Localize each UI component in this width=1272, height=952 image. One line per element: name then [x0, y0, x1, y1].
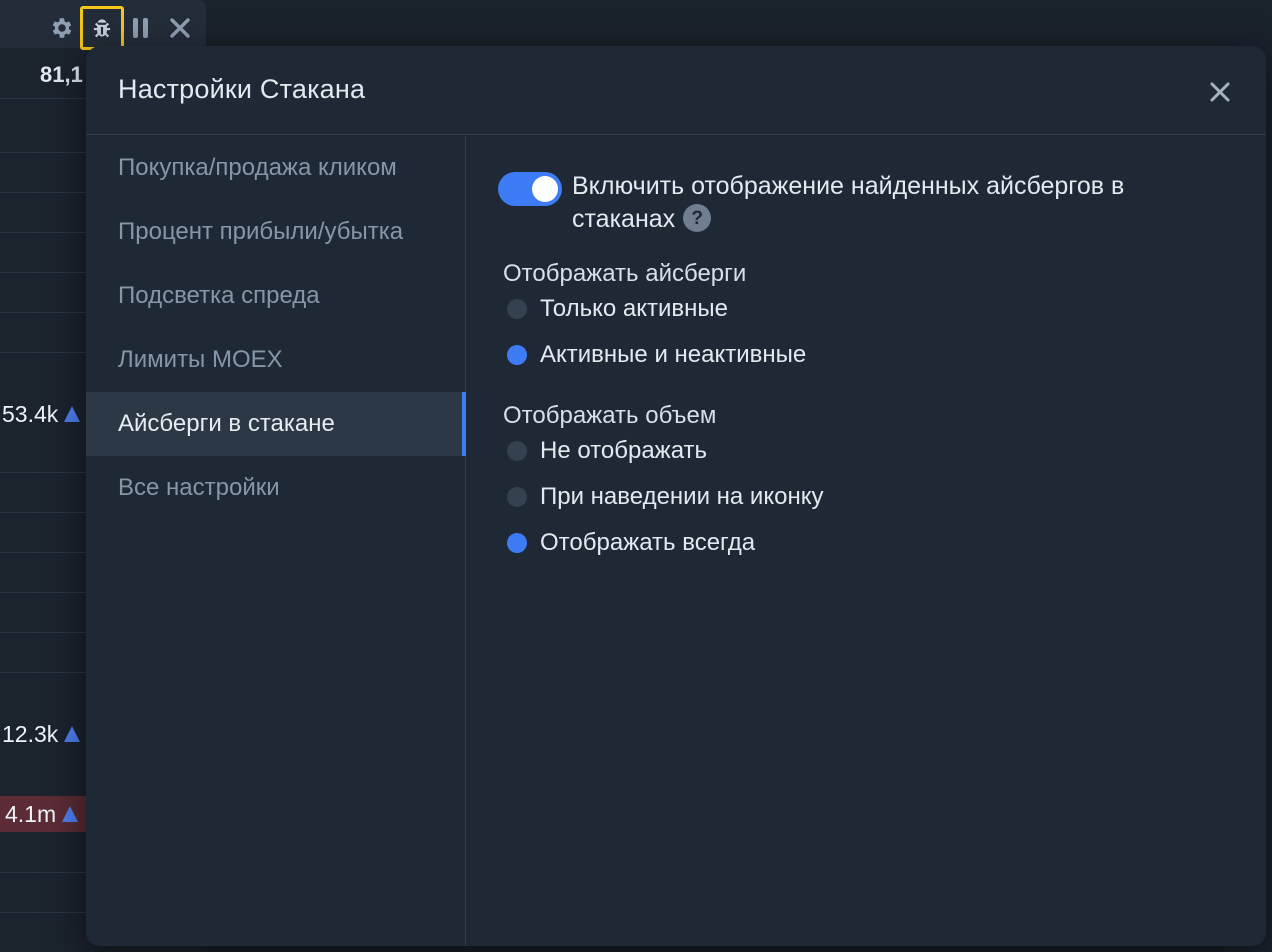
radio-label: Отображать всегда [540, 529, 756, 556]
show-volume-title: Отображать объем [503, 402, 717, 429]
iceberg-icon [62, 806, 79, 822]
iceberg-icon [64, 406, 81, 422]
radio-option-active-only[interactable]: Только активные [507, 286, 1234, 332]
row-divider [0, 312, 86, 313]
modal-close-button[interactable] [1204, 76, 1236, 108]
iceberg-toggle[interactable] [498, 172, 562, 206]
iceberg-toggle-row: Включить отображение найденных айсбергов… [498, 170, 1234, 236]
row-divider [0, 98, 86, 99]
order-book-price: 81,1 [40, 62, 83, 87]
radio-label: Активные и неактивные [540, 341, 807, 368]
radio-button[interactable] [507, 533, 527, 553]
gear-icon[interactable] [44, 10, 80, 46]
radio-label: Не отображать [540, 437, 708, 464]
iceberg-toggle-label: Включить отображение найденных айсбергов… [572, 172, 1125, 233]
settings-content: Включить отображение найденных айсбергов… [467, 136, 1266, 946]
radio-button[interactable] [507, 299, 527, 319]
row-divider [0, 152, 86, 153]
pause-icon[interactable] [123, 10, 159, 46]
row-divider [0, 552, 86, 553]
close-icon[interactable] [162, 10, 198, 46]
order-book-volume: 4.1m [0, 796, 86, 832]
settings-nav: Покупка/продажа кликом Процент прибыли/у… [86, 136, 466, 946]
settings-modal: Настройки Стакана Покупка/продажа кликом… [86, 46, 1266, 946]
order-book-toolbar [0, 0, 206, 50]
show-icebergs-group: Только активные Активные и неактивные [498, 286, 1234, 378]
radio-option-always[interactable]: Отображать всегда [507, 520, 1234, 566]
toggle-knob [532, 176, 558, 202]
nav-item-spread-highlight[interactable]: Подсветка спреда [86, 264, 465, 328]
radio-option-active-and-inactive[interactable]: Активные и неактивные [507, 332, 1234, 378]
help-icon[interactable]: ? [683, 204, 712, 233]
order-book-volume: 12.3k [0, 716, 86, 752]
nav-item-icebergs[interactable]: Айсберги в стакане [86, 392, 466, 456]
row-divider [0, 272, 86, 273]
nav-item-moex-limits[interactable]: Лимиты MOEX [86, 328, 465, 392]
nav-item-profit-percent[interactable]: Процент прибыли/убытка [86, 200, 465, 264]
radio-option-on-hover[interactable]: При наведении на иконку [507, 474, 1234, 520]
row-divider [0, 352, 86, 353]
radio-button[interactable] [507, 441, 527, 461]
row-divider [0, 192, 86, 193]
close-icon [1210, 82, 1230, 102]
radio-button[interactable] [507, 487, 527, 507]
row-divider [0, 592, 86, 593]
row-divider [0, 632, 86, 633]
order-book-volume: 53.4k [0, 396, 86, 432]
row-divider [0, 472, 86, 473]
show-icebergs-title: Отображать айсберги [503, 260, 747, 287]
row-divider [0, 672, 86, 673]
modal-title: Настройки Стакана [118, 74, 366, 104]
row-divider [0, 912, 86, 913]
radio-option-hide-volume[interactable]: Не отображать [507, 428, 1234, 474]
bug-icon[interactable] [80, 6, 124, 50]
nav-item-click-trading[interactable]: Покупка/продажа кликом [86, 136, 465, 200]
modal-header: Настройки Стакана [86, 46, 1266, 135]
row-divider [0, 512, 86, 513]
radio-label: Только активные [540, 295, 729, 322]
iceberg-icon [64, 726, 81, 742]
radio-label: При наведении на иконку [540, 483, 824, 510]
row-divider [0, 232, 86, 233]
row-divider [0, 872, 86, 873]
nav-item-all-settings[interactable]: Все настройки [86, 456, 465, 520]
show-volume-group: Не отображать При наведении на иконку От… [498, 428, 1234, 566]
radio-button[interactable] [507, 345, 527, 365]
